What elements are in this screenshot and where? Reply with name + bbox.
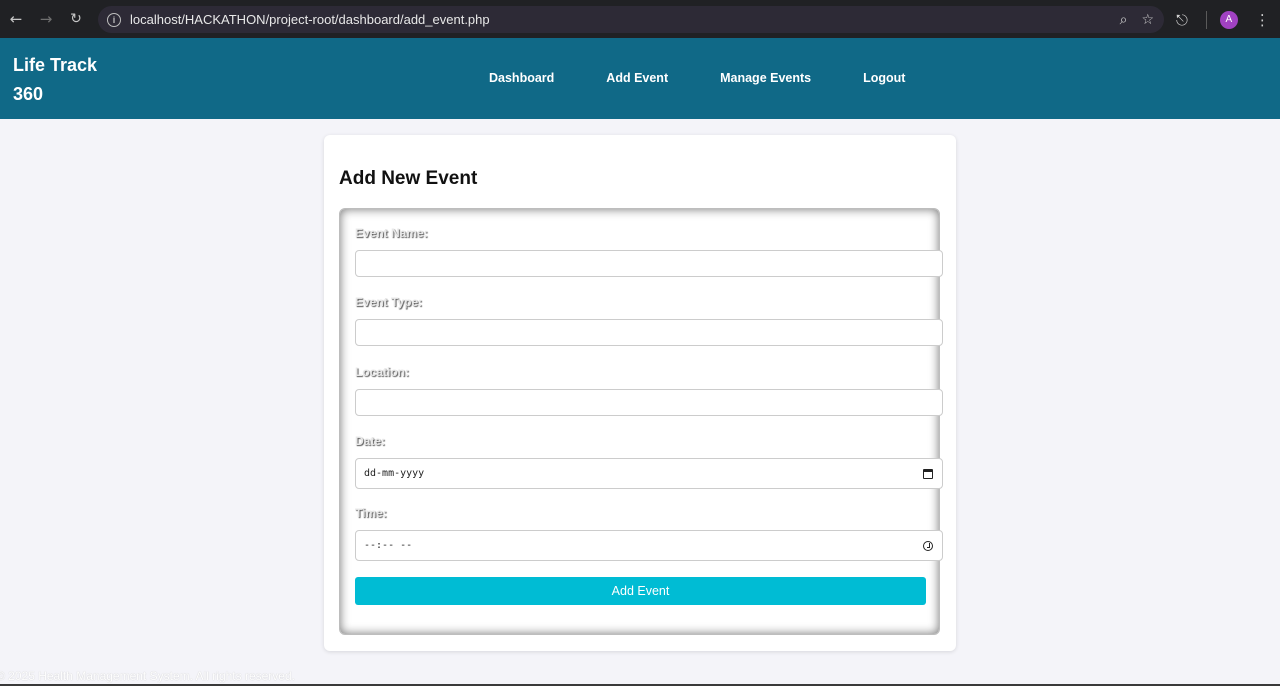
add-event-card: Add New Event Event Name: Event Type: Lo… (324, 135, 956, 651)
site-info-icon[interactable]: i (107, 12, 121, 27)
brand-logo-text: Life Track 360 (13, 55, 98, 104)
address-bar[interactable]: i localhost/HACKATHON/project-root/dashb… (98, 6, 1164, 33)
event-name-label: Event Name: (355, 226, 428, 240)
nav-link-add-event[interactable]: Add Event (606, 71, 668, 85)
time-input[interactable]: --:-- -- (355, 530, 943, 561)
date-placeholder: dd-mm-yyyy (364, 468, 425, 479)
forward-arrow-icon[interactable]: → (33, 6, 59, 32)
extensions-puzzle-icon[interactable]: ⎋ (1176, 11, 1188, 29)
event-type-label: Event Type: (355, 295, 423, 309)
reload-icon[interactable]: ↻ (63, 6, 89, 32)
add-event-form: Event Name: Event Type: Location: Date: … (339, 208, 943, 635)
add-event-button[interactable]: Add Event (355, 577, 926, 605)
toolbar-divider (1205, 10, 1207, 29)
bookmark-star-icon[interactable]: ☆ (1141, 12, 1154, 28)
nav-link-logout[interactable]: Logout (863, 71, 905, 85)
footer-copyright: © 2025 Health Management System. All rig… (0, 669, 295, 683)
calendar-icon[interactable] (923, 469, 933, 479)
main-nav: Dashboard Add Event Manage Events Logout (489, 71, 957, 85)
browser-toolbar: ← → ↻ i localhost/HACKATHON/project-root… (0, 0, 1280, 38)
event-type-input[interactable] (355, 319, 943, 346)
profile-avatar[interactable]: A (1219, 10, 1238, 29)
app-header: Life Track 360 Dashboard Add Event Manag… (0, 38, 1280, 119)
location-input[interactable] (355, 389, 943, 416)
event-name-input[interactable] (355, 250, 943, 277)
url-text[interactable]: localhost/HACKATHON/project-root/dashboa… (130, 12, 490, 27)
browser-menu-icon[interactable]: ⋮ (1255, 11, 1270, 29)
nav-link-dashboard[interactable]: Dashboard (489, 71, 554, 85)
time-placeholder: --:-- -- (364, 540, 413, 551)
date-input[interactable]: dd-mm-yyyy (355, 458, 943, 489)
location-label: Location: (355, 365, 409, 379)
page-title: Add New Event (339, 168, 478, 189)
back-arrow-icon[interactable]: ← (3, 6, 29, 32)
zoom-magnifier-icon[interactable]: ⌕ (1120, 12, 1128, 28)
nav-link-manage-events[interactable]: Manage Events (720, 71, 811, 85)
clock-icon[interactable] (923, 541, 933, 551)
time-label: Time: (355, 506, 387, 520)
date-label: Date: (355, 434, 386, 448)
